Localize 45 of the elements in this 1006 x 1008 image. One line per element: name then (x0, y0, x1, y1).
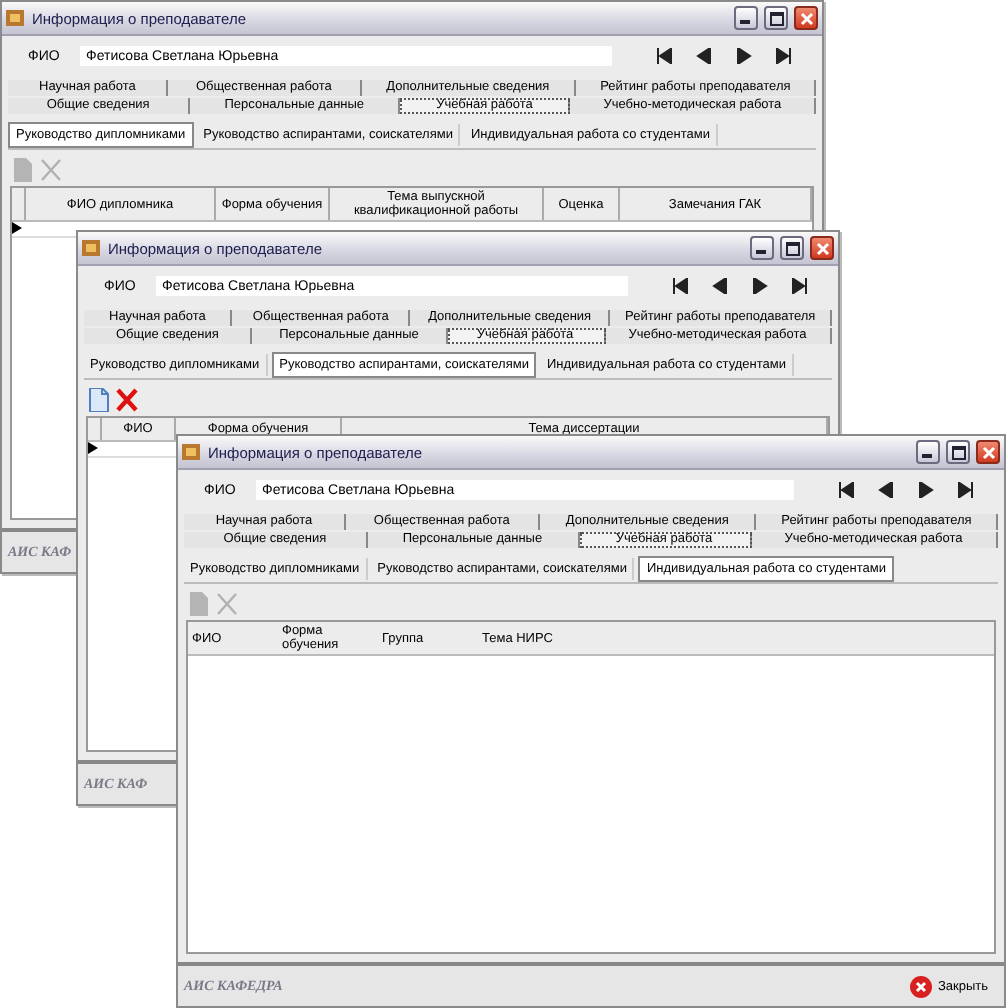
next-record-icon (736, 48, 752, 64)
close-button[interactable] (810, 236, 834, 260)
close-icon (799, 11, 813, 25)
next-record-icon (752, 278, 768, 294)
maximize-button[interactable] (780, 236, 804, 260)
first-record-icon (656, 48, 672, 64)
last-record-icon (958, 482, 974, 498)
previous-record-icon (878, 482, 894, 498)
maximize-icon (769, 11, 783, 25)
next-record-icon (918, 482, 934, 498)
minimize-button[interactable] (916, 440, 940, 464)
maximize-button[interactable] (764, 6, 788, 30)
previous-record-button[interactable] (878, 482, 894, 498)
close-icon (909, 975, 932, 997)
app-icon (82, 238, 102, 258)
last-record-icon (792, 278, 808, 294)
last-record-button[interactable] (792, 278, 808, 294)
close-icon (815, 241, 829, 255)
first-record-icon (838, 482, 854, 498)
next-record-button[interactable] (918, 482, 934, 498)
first-record-button[interactable] (672, 278, 688, 294)
first-record-button[interactable] (838, 482, 854, 498)
next-record-button[interactable] (736, 48, 752, 64)
last-record-button[interactable] (776, 48, 792, 64)
app-icon (6, 8, 26, 28)
previous-record-icon (696, 48, 712, 64)
last-record-button[interactable] (958, 482, 974, 498)
maximize-icon (785, 241, 799, 255)
first-record-icon (672, 278, 688, 294)
close-icon (981, 445, 995, 459)
first-record-button[interactable] (656, 48, 672, 64)
close-button[interactable] (794, 6, 818, 30)
maximize-icon (951, 445, 965, 459)
previous-record-button[interactable] (696, 48, 712, 64)
maximize-button[interactable] (946, 440, 970, 464)
app-icon (182, 442, 202, 462)
minimize-button[interactable] (750, 236, 774, 260)
delete-icon[interactable] (116, 388, 138, 412)
close-button[interactable] (976, 440, 1000, 464)
previous-record-button[interactable] (712, 278, 728, 294)
last-record-icon (776, 48, 792, 64)
new-document-icon[interactable] (88, 388, 110, 412)
minimize-button[interactable] (734, 6, 758, 30)
previous-record-icon (712, 278, 728, 294)
next-record-button[interactable] (752, 278, 768, 294)
